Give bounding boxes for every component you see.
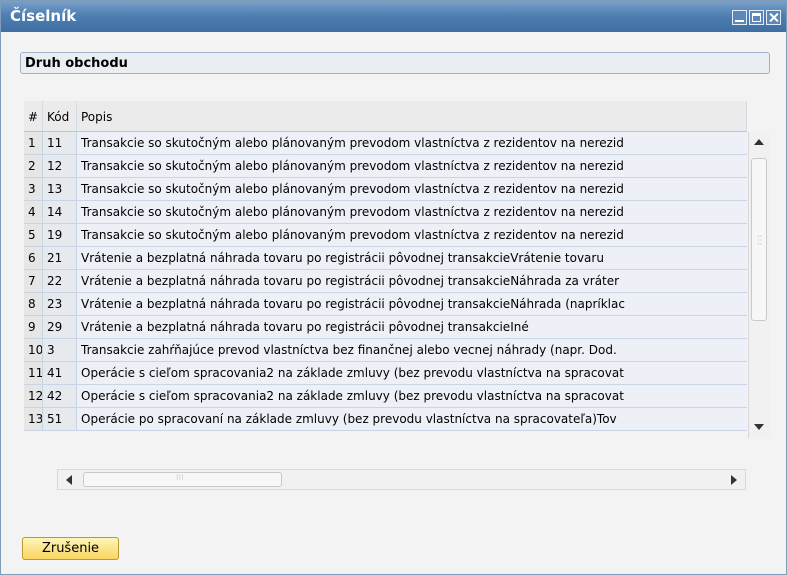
row-description: Operácie s cieľom spracovania2 na základ… — [77, 362, 747, 384]
row-description: Transakcie so skutočným alebo plánovaným… — [77, 132, 747, 154]
row-description: Vrátenie a bezplatná náhrada tovaru po r… — [77, 293, 747, 315]
row-description: Operácie s cieľom spracovania2 na základ… — [77, 385, 747, 407]
header-popis[interactable]: Popis — [77, 101, 747, 131]
row-number: 11 — [24, 362, 43, 384]
row-number: 4 — [24, 201, 43, 223]
scroll-up-icon[interactable] — [754, 139, 764, 145]
row-description: Vrátenie a bezplatná náhrada tovaru po r… — [77, 247, 747, 269]
row-description: Transakcie so skutočným alebo plánovaným… — [77, 178, 747, 200]
row-code: 19 — [43, 224, 77, 246]
row-description: Transakcie zahŕňajúce prevod vlastníctva… — [77, 339, 747, 361]
table-row[interactable]: 8 23 Vrátenie a bezplatná náhrada tovaru p… — [24, 293, 747, 316]
vertical-scroll-thumb[interactable]: ·· ·· ·· — [751, 158, 767, 321]
row-number: 6 — [24, 247, 43, 269]
row-description: Transakcie so skutočným alebo plánovaným… — [77, 201, 747, 223]
row-code: 13 — [43, 178, 77, 200]
row-number: 8 — [24, 293, 43, 315]
title-bar[interactable]: Číselník — [1, 1, 786, 32]
table-row[interactable]: 12 42 Operácie s cieľom spracovania2 na zá… — [24, 385, 747, 408]
scroll-right-icon[interactable] — [731, 475, 737, 485]
close-icon[interactable] — [766, 10, 781, 25]
row-code: 41 — [43, 362, 77, 384]
row-code: 23 — [43, 293, 77, 315]
table-header: # Kód Popis — [24, 101, 747, 132]
row-code: 12 — [43, 155, 77, 177]
row-code: 21 — [43, 247, 77, 269]
row-code: 3 — [43, 339, 77, 361]
row-number: 13 — [24, 408, 43, 430]
dialog-window: Číselník Druh obchodu # Kód Popis 1 11 Tra… — [0, 0, 787, 575]
table-row[interactable]: 6 21 Vrátenie a bezplatná náhrada tovaru p… — [24, 247, 747, 270]
row-code: 14 — [43, 201, 77, 223]
row-code: 42 — [43, 385, 77, 407]
code-table: # Kód Popis 1 11 Transakcie so skutočným a… — [24, 101, 747, 431]
table-row[interactable]: 3 13 Transakcie so skutočným alebo plánova… — [24, 178, 747, 201]
table-row[interactable]: 1 11 Transakcie so skutočným alebo plánova… — [24, 132, 747, 155]
table-row[interactable]: 13 51 Operácie po spracovaní na základe zm… — [24, 408, 747, 431]
table-row[interactable]: 7 22 Vrátenie a bezplatná náhrada tovaru p… — [24, 270, 747, 293]
row-number: 7 — [24, 270, 43, 292]
row-number: 2 — [24, 155, 43, 177]
row-number: 9 — [24, 316, 43, 338]
section-label: Druh obchodu — [20, 52, 770, 74]
horizontal-scrollbar[interactable]: ⁝⁝⁝ — [57, 469, 746, 490]
table-row[interactable]: 2 12 Transakcie so skutočným alebo plánova… — [24, 155, 747, 178]
table-body: 1 11 Transakcie so skutočným alebo plánova… — [24, 132, 747, 431]
table-row[interactable]: 5 19 Transakcie so skutočným alebo plánova… — [24, 224, 747, 247]
row-code: 22 — [43, 270, 77, 292]
table-row[interactable]: 11 41 Operácie s cieľom spracovania2 na zá… — [24, 362, 747, 385]
scroll-left-icon[interactable] — [66, 475, 72, 485]
row-code: 29 — [43, 316, 77, 338]
row-code: 51 — [43, 408, 77, 430]
row-number: 10 — [24, 339, 43, 361]
vertical-scrollbar[interactable]: ·· ·· ·· — [748, 132, 770, 438]
cancel-button[interactable]: Zrušenie — [22, 537, 119, 560]
maximize-icon[interactable] — [749, 10, 764, 25]
horizontal-scroll-thumb[interactable]: ⁝⁝⁝ — [83, 472, 282, 487]
row-description: Vrátenie a bezplatná náhrada tovaru po r… — [77, 270, 747, 292]
header-kod[interactable]: Kód — [43, 101, 77, 131]
row-description: Transakcie so skutočným alebo plánovaným… — [77, 224, 747, 246]
scroll-down-icon[interactable] — [754, 424, 764, 430]
row-number: 5 — [24, 224, 43, 246]
row-description: Transakcie so skutočným alebo plánovaným… — [77, 155, 747, 177]
row-description: Operácie po spracovaní na základe zmluvy… — [77, 408, 747, 430]
row-code: 11 — [43, 132, 77, 154]
row-description: Vrátenie a bezplatná náhrada tovaru po r… — [77, 316, 747, 338]
window-title: Číselník — [10, 7, 77, 25]
table-row[interactable]: 10 3 Transakcie zahŕňajúce prevod vlastníc… — [24, 339, 747, 362]
table-row[interactable]: 4 14 Transakcie so skutočným alebo plánova… — [24, 201, 747, 224]
header-num[interactable]: # — [24, 101, 43, 131]
row-number: 1 — [24, 132, 43, 154]
row-number: 12 — [24, 385, 43, 407]
table-row[interactable]: 9 29 Vrátenie a bezplatná náhrada tovaru p… — [24, 316, 747, 339]
row-number: 3 — [24, 178, 43, 200]
minimize-icon[interactable] — [732, 10, 747, 25]
